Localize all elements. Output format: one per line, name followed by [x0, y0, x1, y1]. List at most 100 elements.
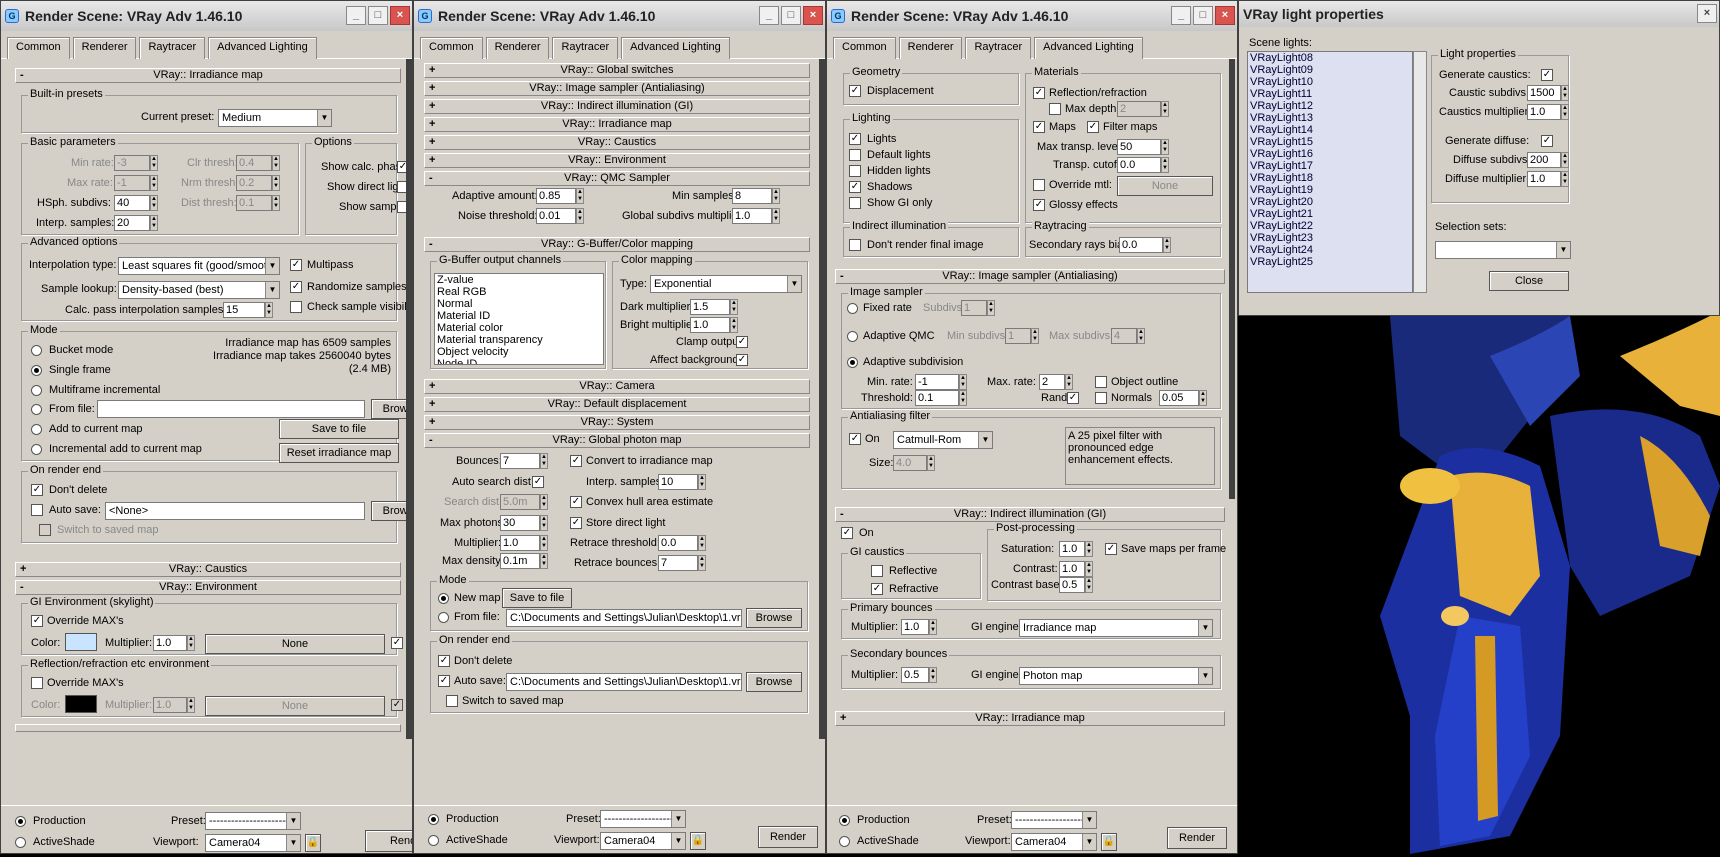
rollout-irradiance-map[interactable]: - VRay:: Irradiance map [15, 68, 401, 83]
max-rate-spinner[interactable]: 2 ▲ ▼ [1039, 374, 1073, 390]
noise-threshold-spinner[interactable]: 0.01 ▲ ▼ [536, 208, 584, 224]
dark-multiplier-spinner[interactable]: 1.5 ▲ ▼ [690, 299, 738, 315]
diffuse-multiplier-spinner[interactable]: 1.0 ▲ ▼ [1527, 171, 1569, 187]
tab-raytracer[interactable]: Raytracer [552, 37, 619, 59]
auto-save-checkbox[interactable] [31, 504, 43, 516]
rollout-irradiance-map[interactable]: + VRay:: Irradiance map [835, 711, 1225, 726]
color-mapping-type-dropdown[interactable]: Exponential ▼ [650, 275, 802, 293]
rollout-qmc-sampler[interactable]: - VRay:: QMC Sampler [424, 171, 810, 186]
gbuffer-channel-item[interactable]: Material ID [435, 310, 603, 322]
tab-renderer[interactable]: Renderer [485, 37, 550, 59]
gbuffer-channel-item[interactable]: Material transparency [435, 334, 603, 346]
minimize-button[interactable]: _ [759, 6, 779, 25]
scene-light-item[interactable]: VRayLight16 [1248, 148, 1412, 160]
activeshade-radio[interactable] [15, 837, 26, 848]
scene-light-item[interactable]: VRayLight17 [1248, 160, 1412, 172]
clr-thresh-spinner[interactable]: 0.4 ▲ ▼ [236, 155, 280, 171]
rollout-camera[interactable]: + VRay:: Camera [424, 379, 810, 394]
gi-on-checkbox[interactable]: ✓ [841, 527, 853, 539]
rollout-qmc-sampler-partial[interactable] [15, 724, 401, 732]
subdivs-spinner[interactable]: 1 ▲ ▼ [961, 300, 995, 316]
gbuffer-channel-item[interactable]: Normal [435, 298, 603, 310]
glossy-effects-checkbox[interactable]: ✓ [1033, 199, 1045, 211]
override-mtl-button[interactable]: None [1117, 176, 1213, 196]
maximize-button[interactable]: □ [368, 6, 388, 25]
min-samples-spinner[interactable]: 8 ▲ ▼ [732, 188, 780, 204]
save-maps-checkbox[interactable]: ✓ [1105, 543, 1117, 555]
scrollbar[interactable] [819, 59, 825, 739]
bucket-mode-radio[interactable] [31, 345, 42, 356]
gi-color-swatch[interactable] [65, 633, 97, 651]
rollout-image-sampler[interactable]: + VRay:: Image sampler (Antialiasing) [424, 81, 810, 96]
primary-gi-engine-dropdown[interactable]: Irradiance map ▼ [1019, 619, 1213, 637]
reflection-refraction-checkbox[interactable]: ✓ [1033, 87, 1045, 99]
viewport-dropdown[interactable]: Camera04 ▼ [1011, 833, 1097, 851]
aa-filter-on-checkbox[interactable]: ✓ [849, 433, 861, 445]
from-file-path-field[interactable] [97, 400, 365, 418]
primary-multiplier-spinner[interactable]: 1.0 ▲ ▼ [901, 619, 937, 635]
normals-spinner[interactable]: 0.05 ▲ ▼ [1159, 390, 1207, 406]
refl-map-button[interactable]: None [205, 696, 385, 716]
threshold-spinner[interactable]: 0.1 ▲ ▼ [915, 390, 967, 406]
gbuffer-channels-list[interactable]: Z-value Real RGB Normal Material ID Material… [434, 273, 604, 365]
auto-save-path-field[interactable]: C:\Documents and Settings\Julian\Desktop… [506, 673, 742, 691]
saturation-spinner[interactable]: 1.0 ▲ ▼ [1059, 541, 1093, 557]
render-button[interactable]: Render [758, 826, 818, 848]
convert-irradiance-checkbox[interactable]: ✓ [570, 455, 582, 467]
viewport-dropdown[interactable]: Camera04 ▼ [600, 832, 686, 850]
interp-samples-spinner[interactable]: 20 ▲ ▼ [114, 215, 158, 231]
generate-caustics-checkbox[interactable]: ✓ [1541, 69, 1553, 81]
max-rate-spinner[interactable]: -1 ▲ ▼ [114, 175, 158, 191]
new-map-radio[interactable] [438, 593, 449, 604]
scrollbar[interactable] [1229, 59, 1235, 499]
single-frame-radio[interactable] [31, 365, 42, 376]
dont-delete-checkbox[interactable]: ✓ [438, 655, 450, 667]
scene-light-item[interactable]: VRayLight21 [1248, 208, 1412, 220]
incremental-add-radio[interactable] [31, 444, 42, 455]
close-dialog-button[interactable]: Close [1489, 271, 1569, 291]
bright-multiplier-spinner[interactable]: 1.0 ▲ ▼ [690, 317, 738, 333]
rollout-caustics[interactable]: + VRay:: Caustics [424, 135, 810, 150]
dont-render-final-checkbox[interactable] [849, 239, 861, 251]
displacement-checkbox[interactable]: ✓ [849, 85, 861, 97]
tab-common[interactable]: Common [420, 37, 483, 59]
photon-file-path-field[interactable]: C:\Documents and Settings\Julian\Desktop… [506, 609, 742, 627]
max-transp-spinner[interactable]: 50 ▲ ▼ [1117, 139, 1169, 155]
transp-cutoff-spinner[interactable]: 0.0 ▲ ▼ [1117, 157, 1169, 173]
rollout-environment[interactable]: - VRay:: Environment [15, 580, 401, 595]
max-subdivs-spinner[interactable]: 4 ▲ ▼ [1111, 328, 1145, 344]
lock-viewport-button[interactable]: 🔒 [305, 834, 321, 852]
convex-hull-checkbox[interactable]: ✓ [570, 496, 582, 508]
affect-background-checkbox[interactable]: ✓ [736, 354, 748, 366]
rollout-default-displacement[interactable]: + VRay:: Default displacement [424, 397, 810, 412]
lights-checkbox[interactable]: ✓ [849, 133, 861, 145]
lock-viewport-button[interactable]: 🔒 [690, 832, 706, 850]
gbuffer-channel-item[interactable]: Object velocity [435, 346, 603, 358]
refractive-checkbox[interactable]: ✓ [871, 583, 883, 595]
gbuffer-channel-item[interactable]: Material color [435, 322, 603, 334]
scene-light-item[interactable]: VRayLight24 [1248, 244, 1412, 256]
adaptive-subdivision-radio[interactable] [847, 357, 858, 368]
scene-light-item[interactable]: VRayLight11 [1248, 88, 1412, 100]
rollout-irradiance-map[interactable]: + VRay:: Irradiance map [424, 117, 810, 132]
global-subdivs-spinner[interactable]: 1.0 ▲ ▼ [732, 208, 780, 224]
close-button[interactable]: × [1215, 6, 1235, 25]
gbuffer-channel-item[interactable]: Z-value [435, 274, 603, 286]
render-button[interactable]: Render [1167, 827, 1227, 849]
scene-light-item[interactable]: VRayLight13 [1248, 112, 1412, 124]
check-sample-visibility-checkbox[interactable] [290, 301, 302, 313]
show-gi-only-checkbox[interactable] [849, 197, 861, 209]
minimize-button[interactable]: _ [346, 6, 366, 25]
rand-checkbox[interactable]: ✓ [1067, 392, 1079, 404]
tab-advanced-lighting[interactable]: Advanced Lighting [1034, 37, 1143, 59]
current-preset-dropdown[interactable]: Medium ▼ [218, 109, 332, 127]
reflective-checkbox[interactable] [871, 565, 883, 577]
aa-filter-dropdown[interactable]: Catmull-Rom ▼ [893, 431, 993, 449]
scene-light-item[interactable]: VRayLight25 [1248, 256, 1412, 268]
diffuse-subdivs-spinner[interactable]: 200 ▲ ▼ [1527, 152, 1569, 168]
activeshade-radio[interactable] [428, 835, 439, 846]
scene-light-item[interactable]: VRayLight22 [1248, 220, 1412, 232]
preset-dropdown[interactable]: ---------------------- ▼ [1011, 811, 1097, 829]
gi-multiplier-spinner[interactable]: 1.0 ▲ ▼ [153, 635, 195, 651]
tab-common[interactable]: Common [7, 37, 70, 59]
